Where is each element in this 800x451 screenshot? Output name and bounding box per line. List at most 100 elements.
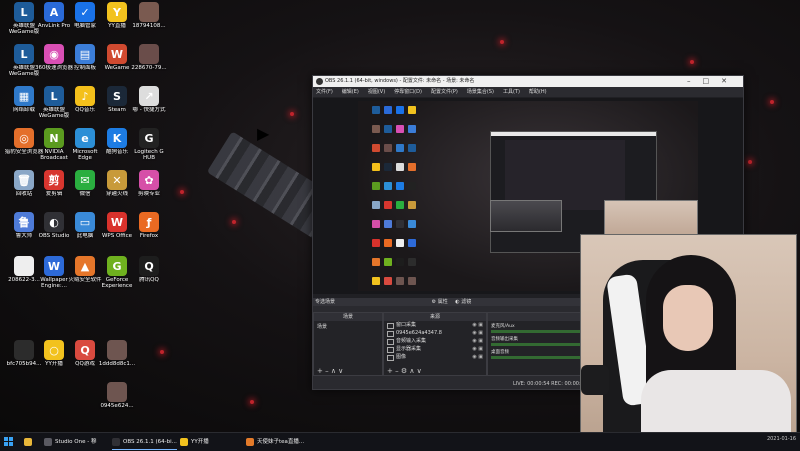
source-item[interactable]: 显示器采集 ◉ ▣: [384, 345, 486, 353]
desktop-app-icon: ♪: [75, 86, 95, 106]
source-item[interactable]: 图像 ◉ ▣: [384, 353, 486, 361]
obs-title-bar[interactable]: OBS 26.1.1 (64-bit, windows) - 配置文件: 未命名…: [313, 76, 743, 87]
taskbar-app-button[interactable]: YY开播: [180, 435, 209, 449]
taskbar-app-label: 天使妹子tea直播...: [257, 439, 305, 445]
sources-header: 来源: [384, 313, 486, 321]
desktop-app-icon: ◉: [44, 44, 64, 64]
desktop-app-icon: [139, 2, 159, 22]
taskbar-app-icon: [246, 437, 254, 446]
taskbar-app-label: YY开播: [191, 439, 209, 445]
taskbar-app-icon: [112, 437, 120, 446]
obs-menu-item[interactable]: 编辑(E): [342, 89, 359, 95]
preview-mini-icon: [396, 144, 404, 152]
visibility-eye-icon[interactable]: ◉ ▣: [472, 353, 483, 361]
preview-mini-icon: [384, 239, 392, 247]
preview-mini-icon: [372, 106, 380, 114]
obs-menu-item[interactable]: 帮助(H): [529, 89, 547, 95]
obs-menu-item[interactable]: 视图(V): [368, 89, 385, 95]
scenes-toolbar[interactable]: + – ∧ ∨: [314, 367, 382, 375]
obs-menu-item[interactable]: 文件(F): [316, 89, 333, 95]
wallpaper-spark: [690, 60, 694, 64]
obs-menu-item[interactable]: 工具(T): [503, 89, 520, 95]
sources-panel: 来源 窗口采集 ◉ ▣ 0945e624a4347.8 ◉ ▣ 音频输入采集 ◉ ▣ 显示器…: [383, 312, 487, 376]
taskbar-app-label: OBS 26.1.1 (64-bi...: [123, 439, 177, 445]
desktop-icon[interactable]: ƒ Firefox: [129, 212, 169, 256]
desktop-app-icon: ✓: [75, 2, 95, 22]
visibility-eye-icon[interactable]: ◉ ▣: [472, 345, 483, 353]
preview-mini-icon: [408, 125, 416, 133]
desktop-icon-label: 0945e624...: [100, 403, 134, 409]
wallpaper-spark: [748, 160, 752, 164]
wallpaper-spark: [160, 350, 164, 354]
desktop-icon[interactable]: 18794108...: [129, 2, 169, 46]
preview-mini-icon: [396, 182, 404, 190]
preview-mini-icon: [408, 258, 416, 266]
taskbar-app-button[interactable]: 天使妹子tea直播...: [246, 435, 304, 449]
desktop-app-icon: [139, 44, 159, 64]
desktop-app-icon: W: [44, 256, 64, 276]
obs-window-title: OBS 26.1.1 (64-bit, windows) - 配置文件: 未命名…: [325, 78, 475, 84]
obs-menu-bar: 文件(F) 编辑(E) 视图(V) 停靠窗口(D) 配置文件(P) 场景集合(S) 工具(T…: [313, 87, 743, 97]
taskbar-app-button[interactable]: OBS 26.1.1 (64-bi...: [112, 435, 177, 450]
visibility-eye-icon[interactable]: ◉ ▣: [472, 321, 483, 329]
visibility-eye-icon[interactable]: ◉ ▣: [472, 337, 483, 345]
taskbar-app-label: Studio One - 穆: [55, 439, 97, 445]
desktop-app-icon: ✕: [107, 170, 127, 190]
desktop-app-icon: ▲: [75, 256, 95, 276]
desktop-app-icon: G: [107, 256, 127, 276]
wallpaper-spark: [290, 112, 294, 116]
filters-button[interactable]: ◐ 滤镜: [455, 299, 471, 305]
obs-logo-icon: [316, 78, 323, 85]
preview-mini-icon: [396, 239, 404, 247]
obs-menu-item[interactable]: 停靠窗口(D): [394, 89, 422, 95]
desktop-app-icon: N: [44, 128, 64, 148]
desktop-app-icon: ▤: [75, 44, 95, 64]
preview-mini-icon: [396, 201, 404, 209]
preview-mini-icon: [372, 144, 380, 152]
desktop-icon[interactable]: Q 腾讯QQ: [129, 256, 169, 300]
preview-mini-icon: [372, 201, 380, 209]
transition-label: 专选场景: [315, 299, 336, 305]
preview-mini-icon: [372, 220, 380, 228]
scene-item[interactable]: 场景: [314, 321, 382, 332]
preview-mini-icon: [408, 277, 416, 285]
desktop-icon[interactable]: 1ddd8d8c1...: [97, 340, 137, 384]
obs-menu-item[interactable]: 配置文件(P): [431, 89, 458, 95]
source-item[interactable]: 音频输入采集 ◉ ▣: [384, 337, 486, 345]
desktop-icon-label: Firefox: [139, 233, 159, 239]
desktop-app-icon: ✉: [75, 170, 95, 190]
wallpaper-spark: [232, 220, 236, 224]
obs-menu-item[interactable]: 场景集合(S): [467, 89, 494, 95]
desktop-icon[interactable]: 228670-79...: [129, 44, 169, 88]
wallpaper-spark: [500, 40, 504, 44]
sources-toolbar[interactable]: + – ⚙ ∧ ∨: [384, 367, 486, 375]
taskbar-app-button[interactable]: Studio One - 穆: [44, 435, 96, 449]
desktop-app-icon: G: [139, 128, 159, 148]
desktop-app-icon: L: [14, 2, 34, 22]
desktop-icon[interactable]: G Logitech G HUB: [129, 128, 169, 172]
visibility-eye-icon[interactable]: ◉ ▣: [472, 329, 483, 337]
taskbar-file-explorer-icon[interactable]: [24, 435, 35, 449]
desktop-app-icon: A: [44, 2, 64, 22]
preview-desktop-icons: [370, 101, 426, 291]
taskbar-clock[interactable]: 2021-01-16: [767, 436, 796, 442]
windows-start-icon[interactable]: [4, 437, 14, 447]
preview-mini-icon: [408, 106, 416, 114]
desktop-icon[interactable]: ✿ 剪映专业: [129, 170, 169, 214]
desktop-icon[interactable]: 0945e624...: [97, 382, 137, 426]
preview-mini-icon: [396, 106, 404, 114]
source-item[interactable]: 窗口采集 ◉ ▣: [384, 321, 486, 329]
desktop-icon[interactable]: ↗ 哪 - 快捷方式: [129, 86, 169, 130]
preview-mini-icon: [384, 106, 392, 114]
preview-mini-icon: [372, 125, 380, 133]
desktop-app-icon: ◎: [14, 128, 34, 148]
properties-button[interactable]: ⚙ 属性: [432, 299, 448, 305]
streamer-face: [663, 285, 713, 351]
desktop-app-icon: ◐: [44, 212, 64, 232]
window-controls[interactable]: –□✕: [687, 76, 739, 87]
desktop-icon-label: 228670-79...: [131, 65, 167, 71]
preview-mini-icon: [408, 144, 416, 152]
source-item[interactable]: 0945e624a4347.8 ◉ ▣: [384, 329, 486, 337]
desktop-app-icon: ▭: [75, 212, 95, 232]
desktop-icon-label: 腾讯QQ: [139, 277, 159, 283]
